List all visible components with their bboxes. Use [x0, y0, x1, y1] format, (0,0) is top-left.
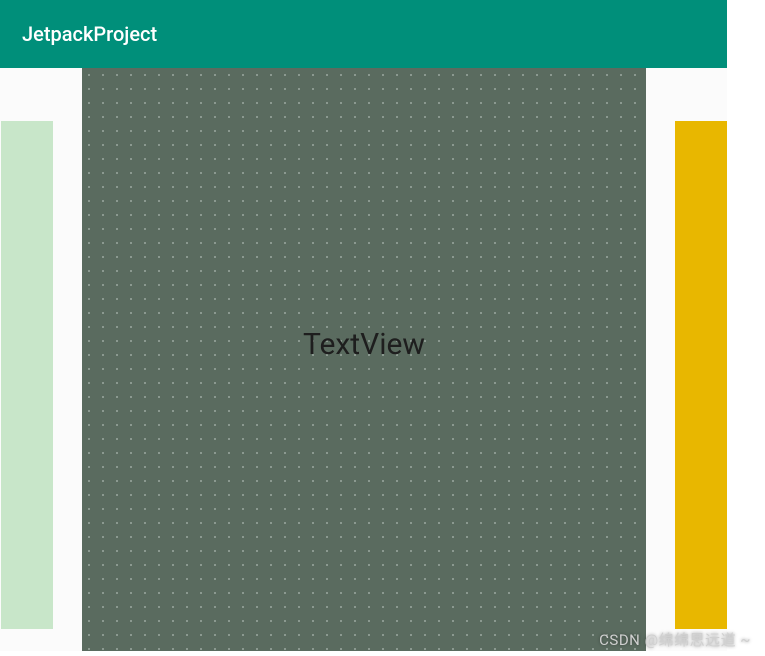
content-area: TextView: [0, 68, 727, 651]
right-guideline-panel: [675, 121, 727, 629]
app-bar: JetpackProject: [0, 0, 727, 68]
watermark-text: CSDN @绵绵思远道 ~: [599, 629, 751, 650]
textview-label: TextView: [303, 327, 425, 362]
left-guideline-panel: [1, 121, 53, 629]
app-title: JetpackProject: [22, 22, 157, 46]
textview-container[interactable]: TextView: [82, 68, 646, 651]
